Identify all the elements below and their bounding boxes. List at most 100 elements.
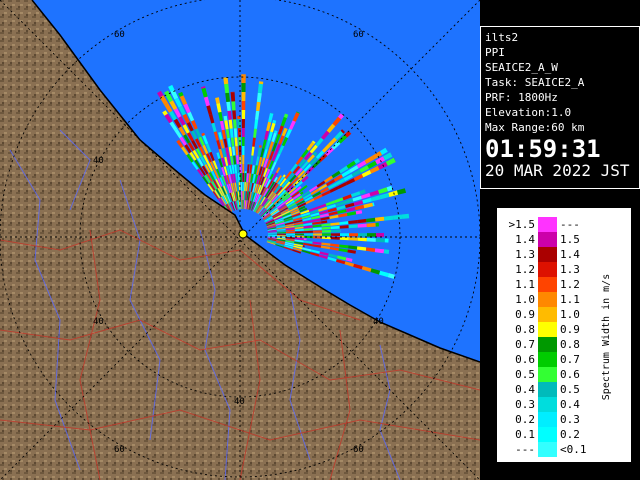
legend-upper-bound: 0.6 xyxy=(560,368,580,381)
legend-upper-bound: --- xyxy=(560,218,580,231)
echo-bin xyxy=(258,145,262,148)
echo-bin xyxy=(258,81,264,85)
echo-bin xyxy=(242,191,244,200)
legend-lower-bound: 0.9 xyxy=(515,308,535,321)
legend-lower-bound: 0.6 xyxy=(515,353,535,366)
legend-upper-bound: 0.7 xyxy=(560,353,580,366)
echo-bin xyxy=(375,238,385,243)
legend-lower-bound: 1.1 xyxy=(515,278,535,291)
ring-label: 60 xyxy=(353,445,364,455)
legend-row: 1.0 1.1 xyxy=(507,292,603,307)
legend-swatch xyxy=(538,277,557,292)
legend-lower-bound: --- xyxy=(515,443,535,456)
radar-map: 60 40 40 40 40 60 60 60 xyxy=(0,0,480,480)
legend-swatch xyxy=(538,427,557,442)
legend-swatch xyxy=(538,217,557,232)
legend-upper-bound: 0.9 xyxy=(560,323,580,336)
legend-swatch xyxy=(538,397,557,412)
echo-bin xyxy=(241,74,246,83)
legend-row: 0.7 0.8 xyxy=(507,337,603,352)
ring-label: 60 xyxy=(353,30,364,40)
echo-bin xyxy=(322,233,331,236)
echo-bin xyxy=(366,222,376,228)
echo-bin xyxy=(241,83,246,92)
legend-upper-bound: 0.5 xyxy=(560,383,580,396)
scan-name: SEAICE2_A_W xyxy=(485,61,558,74)
ring-label: 40 xyxy=(93,317,104,327)
legend-row: 1.2 1.3 xyxy=(507,262,603,277)
echo-bin xyxy=(330,229,340,233)
prf-value: PRF: 1800Hz xyxy=(485,91,558,104)
echo-bin xyxy=(242,155,245,164)
legend-upper-bound: 1.1 xyxy=(560,293,580,306)
echo-bin xyxy=(304,233,313,236)
legend-row: 0.6 0.7 xyxy=(507,352,603,367)
echo-bin xyxy=(375,222,379,227)
ring-label: 40 xyxy=(93,156,104,166)
echo-bin xyxy=(242,182,244,191)
legend-swatch xyxy=(538,292,557,307)
legend-lower-bound: 0.1 xyxy=(515,428,535,441)
ring-label: 60 xyxy=(114,445,125,455)
legend-upper-bound: 0.4 xyxy=(560,398,580,411)
echo-bin xyxy=(247,162,250,165)
legend-row: 1.4 1.5 xyxy=(507,232,603,247)
legend-title: Spectrum Width in m/s xyxy=(601,273,612,401)
echo-bin xyxy=(367,233,376,237)
legend-row: 0.5 0.6 xyxy=(507,367,603,382)
legend-swatch xyxy=(538,412,557,427)
legend-lower-bound: 1.4 xyxy=(515,233,535,246)
echo-bin xyxy=(244,171,247,174)
legend-lower-bound: >1.5 xyxy=(508,218,536,231)
echo-bin xyxy=(241,92,246,101)
product-type: PPI xyxy=(485,46,505,59)
legend-row: 0.9 1.0 xyxy=(507,307,603,322)
legend-swatch xyxy=(538,337,557,352)
legend-upper-bound: <0.1 xyxy=(560,443,587,456)
echo-bin xyxy=(237,128,241,138)
legend-upper-bound: 1.4 xyxy=(560,248,580,261)
legend-swatch xyxy=(538,367,557,382)
echo-bin xyxy=(223,77,229,85)
echo-bin xyxy=(384,238,389,243)
echo-bin xyxy=(241,128,245,137)
echo-bin xyxy=(242,164,245,173)
legend-lower-bound: 0.4 xyxy=(515,383,535,396)
legend-row: 1.1 1.2 xyxy=(507,277,603,292)
echo-bin xyxy=(383,249,390,254)
echo-bin xyxy=(242,146,245,155)
legend-swatch xyxy=(538,262,557,277)
legend-upper-bound: 1.2 xyxy=(560,278,580,291)
legend-swatch xyxy=(538,247,557,262)
color-legend: >1.5 --- 1.4 1.5 1.3 1.4 1.2 1.3 1.1 1.2 1.0 1.1 0.9… xyxy=(497,208,631,462)
echo-bin xyxy=(312,230,322,233)
echo-bin xyxy=(223,115,228,121)
legend-row: 0.1 0.2 xyxy=(507,427,603,442)
legend-lower-bound: 1.3 xyxy=(515,248,535,261)
legend-upper-bound: 1.3 xyxy=(560,263,580,276)
legend-upper-bound: 0.3 xyxy=(560,413,580,426)
ring-label: 60 xyxy=(114,30,125,40)
scan-date: 20 MAR 2022 JST xyxy=(485,161,630,180)
legend-lower-bound: 0.8 xyxy=(515,323,535,336)
echo-bin xyxy=(303,238,307,241)
echo-bin xyxy=(241,110,246,119)
legend-swatch xyxy=(538,307,557,322)
legend-lower-bound: 0.2 xyxy=(515,413,535,426)
echo-bin xyxy=(321,230,331,233)
legend-row: 0.2 0.3 xyxy=(507,412,603,427)
scan-time: 01:59:31 xyxy=(485,135,601,163)
legend-row: 1.3 1.4 xyxy=(507,247,603,262)
echo-bin xyxy=(241,119,245,128)
echo-bin xyxy=(357,237,367,242)
legend-lower-bound: 0.7 xyxy=(515,338,535,351)
legend-row: 0.8 0.9 xyxy=(507,322,603,337)
legend-lower-bound: 1.2 xyxy=(515,263,535,276)
echo-bin xyxy=(241,101,246,110)
elevation-value: Elevation:1.0 xyxy=(485,106,572,119)
task-name: Task: SEAICE2_A xyxy=(485,76,585,89)
echo-bin xyxy=(349,233,358,237)
radar-display: 60 40 40 40 40 60 60 60 ilts2 PPI SEAICE… xyxy=(0,0,640,480)
site-name: ilts2 xyxy=(485,31,519,44)
legend-swatch xyxy=(538,352,557,367)
